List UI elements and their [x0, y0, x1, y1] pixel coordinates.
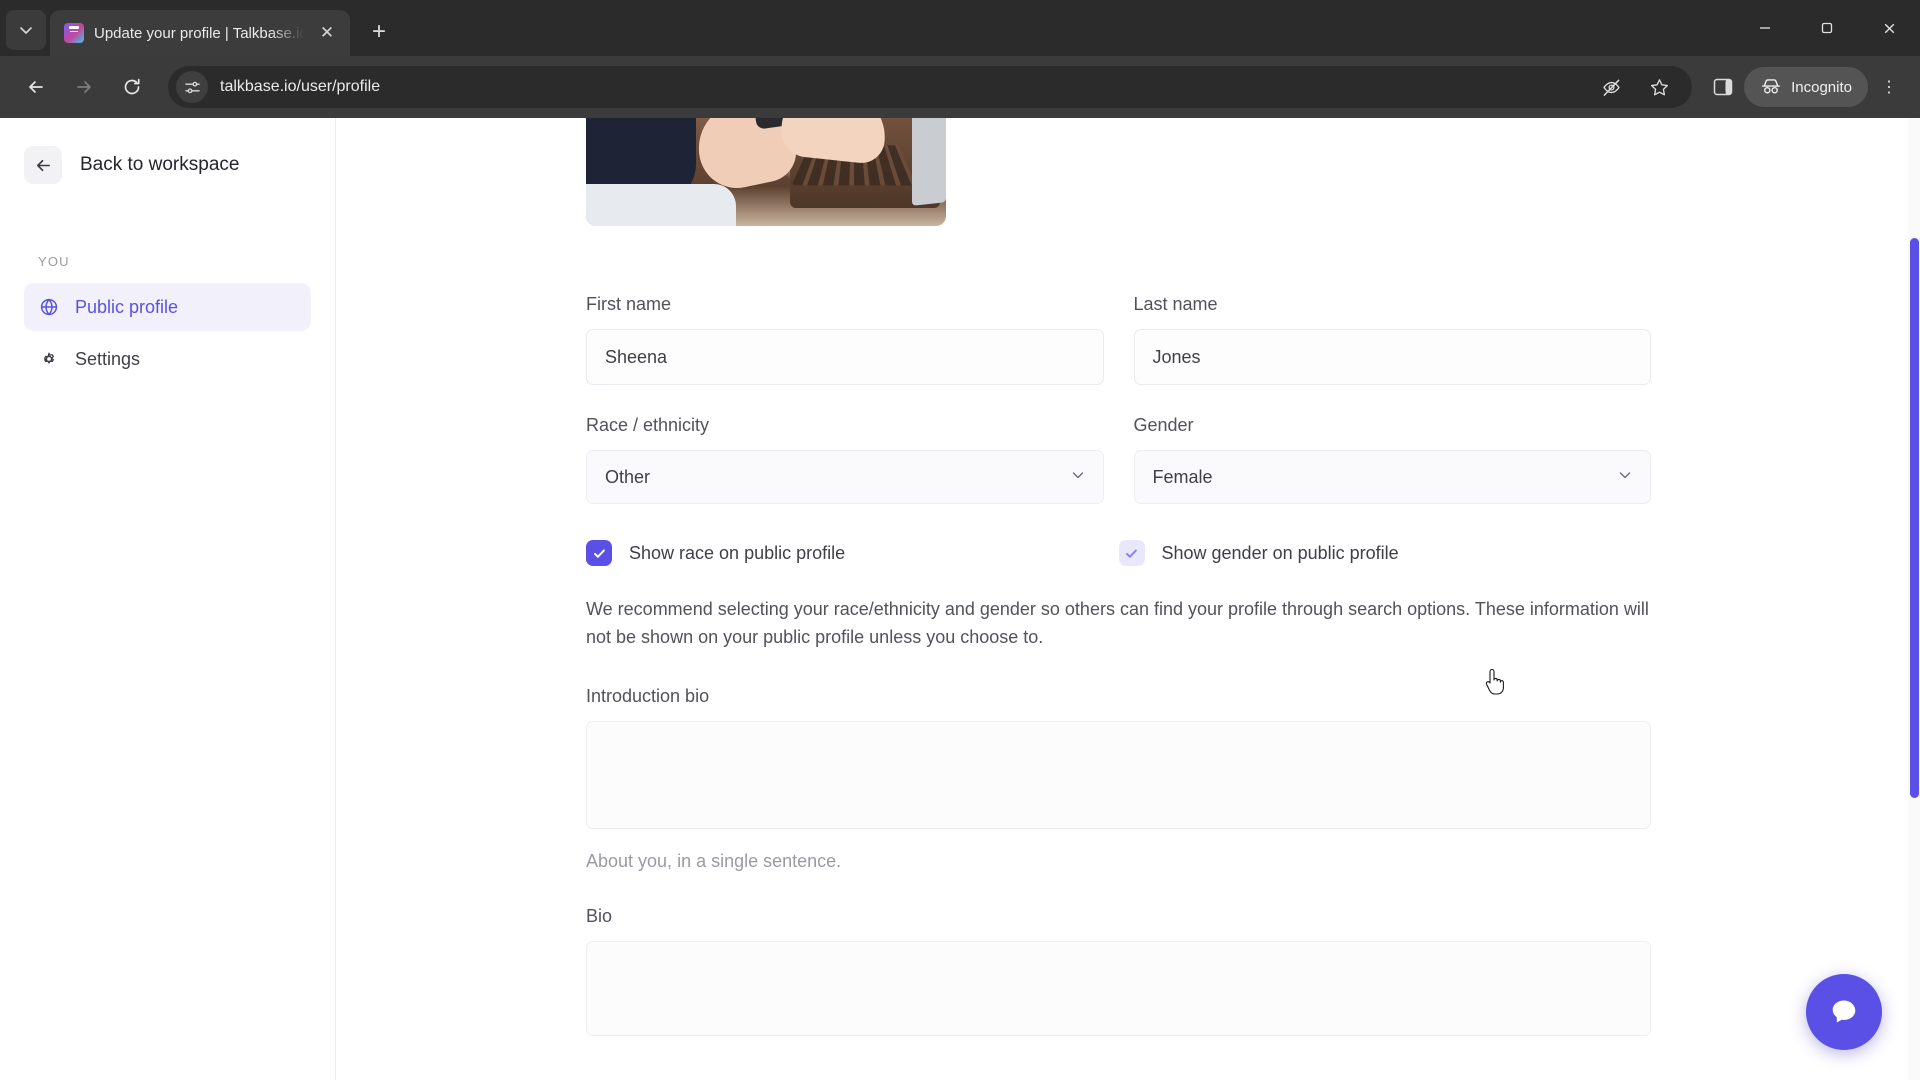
race-select[interactable]: Other — [586, 450, 1104, 504]
address-bar[interactable]: talkbase.io/user/profile — [168, 66, 1693, 108]
browser-tab[interactable]: Update your profile | Talkbase.io ✕ — [50, 10, 350, 56]
url-text: talkbase.io/user/profile — [220, 78, 381, 95]
reload-button[interactable] — [110, 65, 154, 109]
incognito-label: Incognito — [1791, 78, 1852, 96]
talkbase-favicon — [64, 23, 84, 43]
first-name-input[interactable]: Sheena — [586, 329, 1104, 385]
omnibox-actions — [1594, 70, 1680, 104]
page-scrollbar[interactable] — [1908, 118, 1920, 1080]
forward-button[interactable] — [62, 65, 106, 109]
show-gender-checkbox[interactable]: Show gender on public profile — [1118, 540, 1652, 566]
chevron-down-icon — [20, 27, 32, 34]
race-label: Race / ethnicity — [586, 415, 710, 435]
maximize-button[interactable] — [1796, 0, 1858, 56]
sidebar-section-label: YOU — [38, 254, 70, 269]
arrow-left-icon — [29, 81, 43, 93]
tab-search-button[interactable] — [6, 10, 46, 50]
bio-textarea[interactable] — [586, 940, 1651, 1036]
introduction-bio-group: Introduction bio About you, in a single … — [586, 686, 1651, 872]
back-button[interactable] — [14, 65, 58, 109]
introduction-bio-textarea[interactable] — [586, 720, 1651, 829]
gender-selected-value: Female — [1152, 466, 1213, 487]
introduction-bio-label: Introduction bio — [586, 685, 710, 706]
profile-content: First name Sheena Last name Jones Race /… — [336, 118, 1920, 1080]
show-race-checkbox[interactable]: Show race on public profile — [586, 540, 1119, 566]
first-name-group: First name Sheena — [586, 294, 1104, 385]
site-settings-icon[interactable] — [176, 71, 208, 103]
checkbox-checked-icon — [1118, 540, 1145, 566]
first-name-label: First name — [586, 294, 672, 314]
introduction-bio-hint: About you, in a single sentence. — [586, 850, 842, 871]
browser-menu-button[interactable]: ⋮ — [1872, 67, 1906, 107]
eye-off-icon[interactable] — [1594, 70, 1628, 104]
sidebar-item-label: Public profile — [75, 296, 179, 317]
close-icon — [1884, 23, 1894, 33]
sidebar-item-label: Settings — [75, 348, 141, 369]
tab-strip: Update your profile | Talkbase.io ✕ + — [0, 0, 1920, 56]
last-name-label: Last name — [1133, 294, 1218, 314]
browser-window: Update your profile | Talkbase.io ✕ + ta… — [0, 0, 1920, 1080]
chat-bubble-button[interactable] — [1806, 974, 1882, 1050]
gender-group: Gender Female — [1133, 415, 1651, 504]
side-panel-icon[interactable] — [1706, 70, 1740, 104]
demographics-row: Race / ethnicity Other Gender Female — [586, 415, 1651, 504]
race-selected-value: Other — [605, 466, 651, 487]
star-icon[interactable] — [1642, 70, 1676, 104]
minimize-icon — [1760, 27, 1770, 29]
chevron-down-icon — [1618, 468, 1632, 486]
bio-label: Bio — [586, 905, 613, 926]
back-to-workspace-button[interactable]: Back to workspace — [24, 140, 311, 188]
profile-form: First name Sheena Last name Jones Race /… — [586, 294, 1651, 1036]
show-gender-label: Show gender on public profile — [1161, 542, 1399, 563]
close-window-button[interactable] — [1858, 0, 1920, 56]
globe-icon — [38, 296, 60, 318]
window-controls — [1734, 0, 1920, 56]
visibility-checkbox-row: Show race on public profile Show gender … — [586, 540, 1651, 566]
last-name-group: Last name Jones — [1133, 294, 1651, 385]
back-to-workspace-label: Back to workspace — [80, 154, 240, 175]
maximize-icon — [1821, 22, 1833, 34]
gear-icon — [38, 348, 60, 370]
reload-icon — [124, 78, 140, 95]
bio-group: Bio — [586, 906, 1651, 1036]
incognito-icon — [1762, 79, 1781, 94]
close-icon[interactable]: ✕ — [314, 20, 340, 46]
show-race-label: Show race on public profile — [629, 542, 846, 563]
sidebar: Back to workspace YOU Public profile Set… — [0, 118, 336, 1080]
sidebar-item-settings[interactable]: Settings — [24, 335, 311, 383]
chevron-down-icon — [1071, 468, 1085, 486]
arrow-right-icon — [77, 81, 91, 93]
arrow-left-icon — [24, 146, 62, 184]
gender-select[interactable]: Female — [1133, 450, 1651, 504]
race-group: Race / ethnicity Other — [586, 415, 1104, 504]
sidebar-nav: Public profile Settings — [24, 283, 311, 383]
last-name-input[interactable]: Jones — [1133, 329, 1651, 385]
tab-title: Update your profile | Talkbase.io — [94, 24, 304, 42]
checkbox-checked-icon — [586, 540, 612, 566]
sidebar-item-public-profile[interactable]: Public profile — [24, 283, 311, 331]
browser-toolbar: talkbase.io/user/profile Incognito ⋮ — [0, 56, 1920, 118]
name-row: First name Sheena Last name Jones — [586, 294, 1651, 385]
demographics-help-text: We recommend selecting your race/ethnici… — [586, 599, 1649, 647]
chat-bubble-icon — [1832, 1000, 1856, 1023]
incognito-indicator[interactable]: Incognito — [1744, 67, 1868, 107]
minimize-button[interactable] — [1734, 0, 1796, 56]
scrollbar-thumb[interactable] — [1910, 238, 1919, 798]
gender-label: Gender — [1133, 415, 1194, 435]
profile-banner-image — [586, 118, 946, 226]
page-body: Back to workspace YOU Public profile Set… — [0, 118, 1920, 1080]
new-tab-button[interactable]: + — [360, 13, 398, 51]
